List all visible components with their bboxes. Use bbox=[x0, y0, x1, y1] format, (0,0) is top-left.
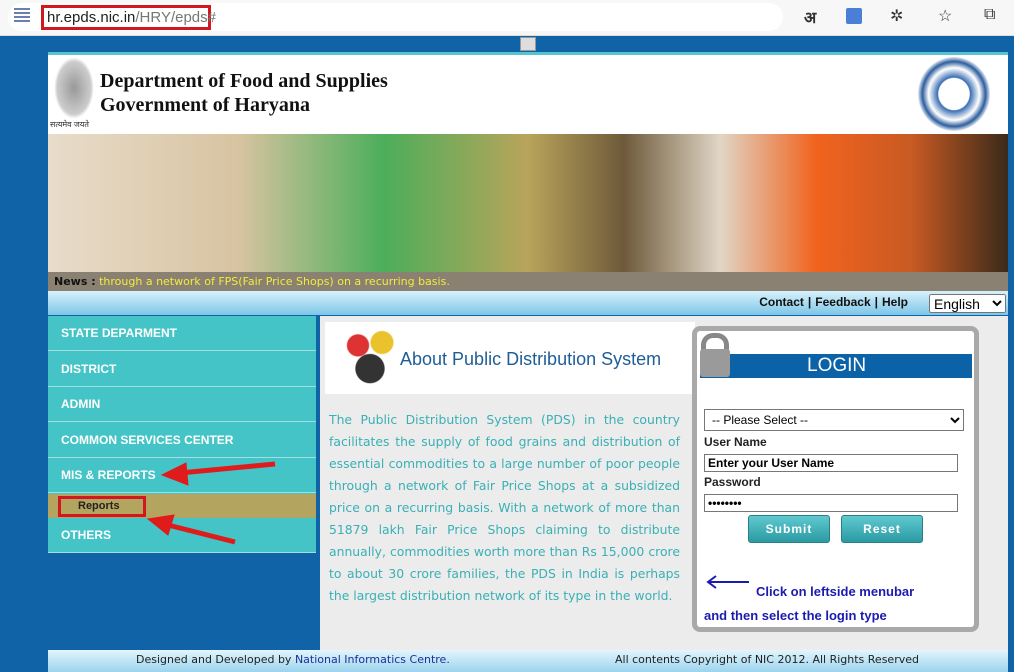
footer-designed-text: Designed and Developed by bbox=[136, 653, 292, 666]
arrow-to-reports-line bbox=[167, 522, 236, 545]
about-title: About Public Distribution System bbox=[400, 349, 662, 369]
site-footer: Designed and Developed by National Infor… bbox=[48, 650, 1008, 672]
footer-copyright: All contents Copyright of NIC 2012. All … bbox=[615, 653, 919, 666]
food-grains-banner bbox=[48, 134, 1008, 272]
nic-link[interactable]: National Informatics Centre. bbox=[295, 653, 450, 666]
news-text[interactable]: through a network of FPS(Fair Price Shop… bbox=[99, 275, 450, 288]
favorites-icon[interactable]: ☆ bbox=[938, 6, 952, 26]
title-line1: Department of Food and Supplies bbox=[100, 70, 388, 92]
translate-icon[interactable] bbox=[846, 8, 862, 24]
collections-icon[interactable]: ⧉ bbox=[984, 6, 995, 24]
lock-body-icon bbox=[700, 349, 730, 377]
sidebar-subitem-reports[interactable]: Reports bbox=[58, 496, 146, 517]
login-hint-line1: Click on leftside menubar bbox=[756, 584, 915, 599]
username-label: User Name bbox=[704, 435, 767, 449]
help-link[interactable]: Help bbox=[882, 295, 908, 309]
sidebar-item-admin[interactable]: ADMIN bbox=[48, 387, 316, 422]
haryana-seal-logo bbox=[918, 57, 990, 131]
extensions-icon[interactable]: ✲ bbox=[890, 6, 903, 26]
left-arrow-icon bbox=[706, 575, 749, 589]
top-nav: Contact | Feedback | Help English bbox=[48, 291, 1008, 315]
title-line2: Government of Haryana bbox=[100, 94, 310, 116]
language-select[interactable]: English bbox=[929, 294, 1006, 313]
url-path: /HRY/epds# bbox=[135, 9, 216, 26]
people-icon bbox=[340, 328, 400, 386]
broken-image-icon bbox=[520, 37, 536, 51]
emblem-motto: सत्यमेव जयते bbox=[50, 120, 89, 129]
url-text[interactable]: hr.epds.nic.in/HRY/epds# bbox=[41, 5, 216, 30]
feedback-link[interactable]: Feedback bbox=[815, 295, 870, 309]
browser-toolbar: hr.epds.nic.in/HRY/epds# अ ✲ ☆ ⧉ bbox=[0, 0, 1014, 36]
reset-button[interactable]: Reset bbox=[841, 515, 923, 543]
arrow-to-mis-head bbox=[160, 462, 189, 486]
sidebar-item-state-department[interactable]: STATE DEPARMENT bbox=[48, 316, 316, 351]
arrow-to-reports-head bbox=[146, 514, 175, 536]
about-text: The Public Distribution System (PDS) in … bbox=[329, 412, 680, 603]
login-title: LOGIN bbox=[700, 354, 972, 378]
login-hint-line2: and then select the login type bbox=[704, 608, 887, 623]
news-ticker: News : through a network of FPS(Fair Pri… bbox=[48, 272, 1008, 291]
site-title: Department of Food and Supplies Governme… bbox=[100, 69, 388, 117]
arrow-to-mis-line bbox=[179, 461, 276, 476]
sidebar-item-district[interactable]: DISTRICT bbox=[48, 352, 316, 387]
site-icon bbox=[14, 8, 30, 24]
url-host: hr.epds.nic.in bbox=[47, 9, 136, 26]
national-emblem-logo bbox=[54, 57, 94, 119]
contact-link[interactable]: Contact bbox=[759, 295, 804, 309]
username-input[interactable] bbox=[704, 454, 958, 472]
password-label: Password bbox=[704, 475, 761, 489]
site-header: सत्यमेव जयते Department of Food and Supp… bbox=[48, 52, 1008, 134]
translate-hindi-icon[interactable]: अ bbox=[804, 6, 816, 28]
sidebar-item-csc[interactable]: COMMON SERVICES CENTER bbox=[48, 423, 316, 458]
password-input[interactable] bbox=[704, 494, 958, 512]
annotation-arrows bbox=[146, 461, 276, 545]
submit-button[interactable]: Submit bbox=[748, 515, 830, 543]
login-panel: LOGIN -- Please Select -- User Name Pass… bbox=[692, 326, 979, 632]
news-label: News : bbox=[54, 275, 96, 288]
login-type-select[interactable]: -- Please Select -- bbox=[704, 409, 964, 431]
